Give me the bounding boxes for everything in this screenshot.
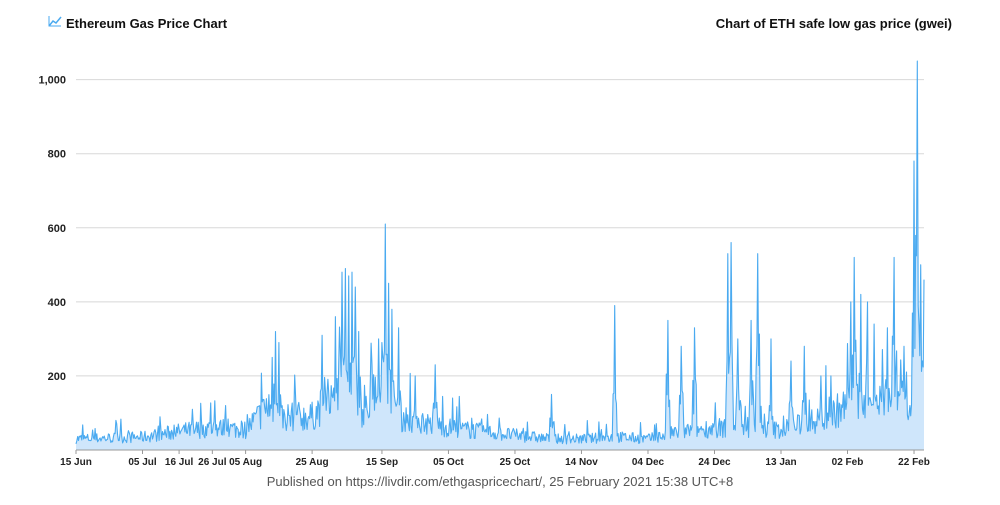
y-tick-label: 600 <box>48 223 66 235</box>
x-tick-label: 25 Aug <box>296 457 329 468</box>
series-line <box>75 60 925 445</box>
x-tick-label: 15 Jun <box>60 457 92 468</box>
y-tick-label: 200 <box>48 371 66 383</box>
x-tick-label: 05 Jul <box>128 457 157 468</box>
x-tick-label: 15 Sep <box>366 457 398 468</box>
published-footer: Published on https://livdir.com/ethgaspr… <box>266 474 734 489</box>
page-title: Ethereum Gas Price Chart <box>66 15 228 31</box>
x-tick-label: 14 Nov <box>565 457 598 468</box>
line-chart-icon <box>48 14 62 32</box>
x-tick-label: 05 Oct <box>433 457 464 468</box>
x-tick-label: 26 Jul <box>198 457 227 468</box>
x-tick-label: 25 Oct <box>500 457 531 468</box>
x-tick-label: 24 Dec <box>698 457 731 468</box>
x-tick-label: 02 Feb <box>832 457 864 468</box>
gas-price-chart: 200 400 600 800 1,000 15 Jun 05 Jul 16 Jul 26 Ju… <box>38 60 930 468</box>
x-tick-label: 16 Jul <box>165 457 194 468</box>
axes: 200 400 600 800 1,000 15 Jun 05 Jul 16 Jul 26 Ju… <box>38 75 929 468</box>
chart-subtitle: Chart of ETH safe low gas price (gwei) <box>715 16 952 31</box>
series-area-fill <box>76 61 924 450</box>
y-tick-label: 800 <box>48 149 66 161</box>
x-tick-label: 13 Jan <box>765 457 796 468</box>
x-tick-label: 05 Aug <box>229 457 262 468</box>
x-tick-label: 22 Feb <box>898 457 930 468</box>
chart-area: 200 400 600 800 1,000 15 Jun 05 Jul 16 Jul 26 Ju… <box>0 0 1000 500</box>
y-tick-label: 400 <box>48 297 66 309</box>
grid-lines <box>76 79 924 377</box>
x-tick-label: 04 Dec <box>632 457 665 468</box>
y-tick-label: 1,000 <box>38 75 66 87</box>
chart-header: Ethereum Gas Price Chart <box>48 14 227 32</box>
price-area <box>75 60 925 450</box>
